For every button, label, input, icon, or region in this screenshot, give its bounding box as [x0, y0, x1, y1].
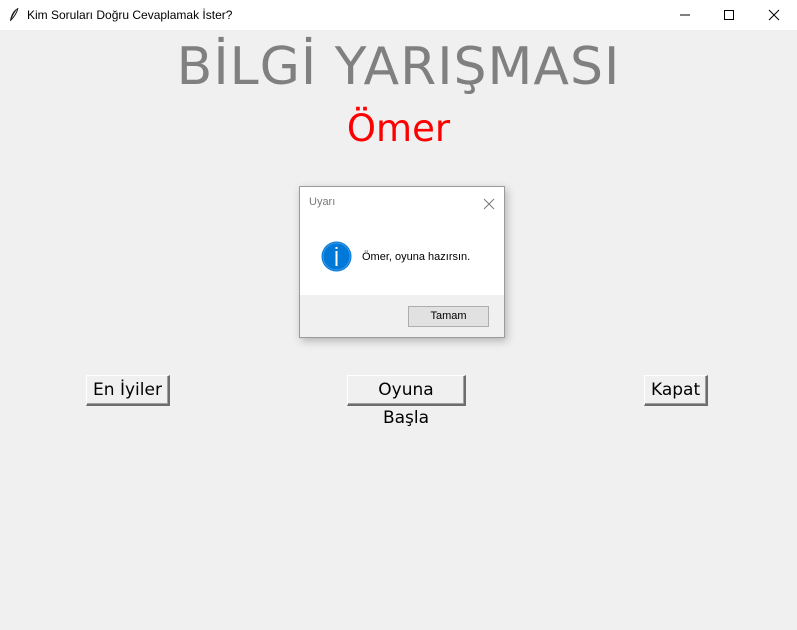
page-title: BİLGİ YARIŞMASI — [176, 37, 621, 97]
window-title: Kim Soruları Doğru Cevaplamak İster? — [27, 8, 233, 22]
ok-button[interactable]: Tamam — [408, 306, 489, 327]
dialog-title: Uyarı — [309, 196, 336, 208]
dialog-footer: Tamam — [300, 295, 504, 337]
close-window-button[interactable] — [751, 0, 797, 30]
dialog-message: Ömer, oyuna hazırsın. — [362, 251, 471, 263]
start-game-button[interactable]: Oyuna Başla — [347, 375, 466, 428]
app-window: Kim Soruları Doğru Cevaplamak İster? BİL… — [0, 0, 797, 630]
alert-dialog: Uyarı Ömer, oyuna hazırsın. Tamam — [299, 186, 505, 338]
close-button[interactable]: Kapat — [644, 375, 708, 406]
feather-icon — [8, 7, 20, 23]
dialog-close-icon[interactable] — [483, 195, 495, 210]
player-name: Ömer — [346, 107, 451, 150]
title-bar[interactable]: Kim Soruları Doğru Cevaplamak İster? — [0, 0, 797, 30]
best-scores-button[interactable]: En İyiler — [86, 375, 170, 406]
minimize-button[interactable] — [662, 0, 708, 30]
info-icon — [321, 241, 352, 272]
maximize-button[interactable] — [706, 0, 752, 30]
